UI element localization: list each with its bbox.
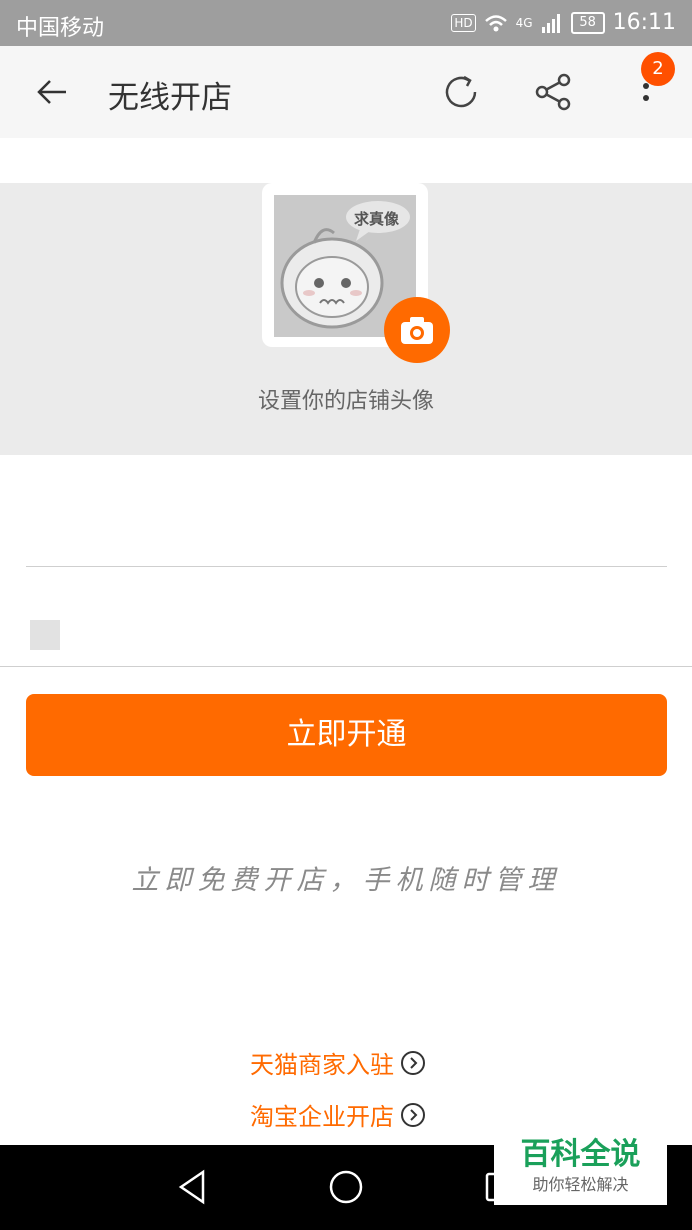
hd-icon: HD	[451, 13, 476, 32]
share-icon	[535, 73, 571, 111]
network-type: 4G	[515, 15, 533, 30]
avatar-section: 求真像 设置你的店铺头像	[0, 183, 692, 455]
watermark-subtitle: 助你轻松解决	[532, 1175, 629, 1194]
system-indicators: HD 4G 58 16:11	[451, 10, 676, 35]
chevron-circle-icon	[401, 1050, 425, 1075]
tmall-link-label: 天猫商家入驻	[250, 1051, 394, 1079]
wifi-icon	[484, 14, 507, 31]
battery-icon: 58	[570, 11, 605, 34]
notification-badge: 2	[641, 52, 675, 86]
watermark: 百科全说 助你轻松解决	[494, 1136, 667, 1205]
nav-home-icon[interactable]	[326, 1167, 366, 1207]
shop-name-field[interactable]	[26, 500, 667, 567]
open-now-button[interactable]: 立即开通	[26, 694, 667, 776]
app-bar: 无线开店	[0, 46, 692, 138]
chevron-circle-icon	[401, 1102, 425, 1127]
camera-icon	[401, 317, 433, 344]
back-button[interactable]	[22, 46, 82, 138]
signal-icon	[541, 13, 560, 33]
carrier-label: 中国移动	[16, 16, 105, 41]
back-arrow-icon	[37, 80, 66, 104]
camera-button[interactable]	[384, 297, 450, 363]
share-button[interactable]	[523, 46, 583, 138]
slogan-text: 立即免费开店，手机随时管理	[131, 865, 561, 896]
page-title: 无线开店	[108, 80, 232, 116]
tmall-merchant-link[interactable]: 天猫商家入驻	[250, 1045, 426, 1080]
nav-back-icon[interactable]	[173, 1167, 213, 1207]
avatar-caption: 设置你的店铺头像	[257, 389, 434, 414]
avatar-bubble-text: 求真像	[354, 210, 400, 228]
watermark-title: 百科全说	[520, 1137, 641, 1172]
taobao-link-label: 淘宝企业开店	[250, 1103, 394, 1131]
clock: 16:11	[612, 10, 676, 35]
refresh-button[interactable]	[431, 46, 491, 138]
refresh-icon	[445, 75, 477, 108]
taobao-enterprise-link[interactable]: 淘宝企业开店	[250, 1097, 426, 1132]
second-input-field[interactable]	[0, 600, 692, 667]
input-placeholder-box	[30, 620, 60, 650]
status-bar: 中国移动 HD 4G 58 16:11	[0, 0, 692, 46]
